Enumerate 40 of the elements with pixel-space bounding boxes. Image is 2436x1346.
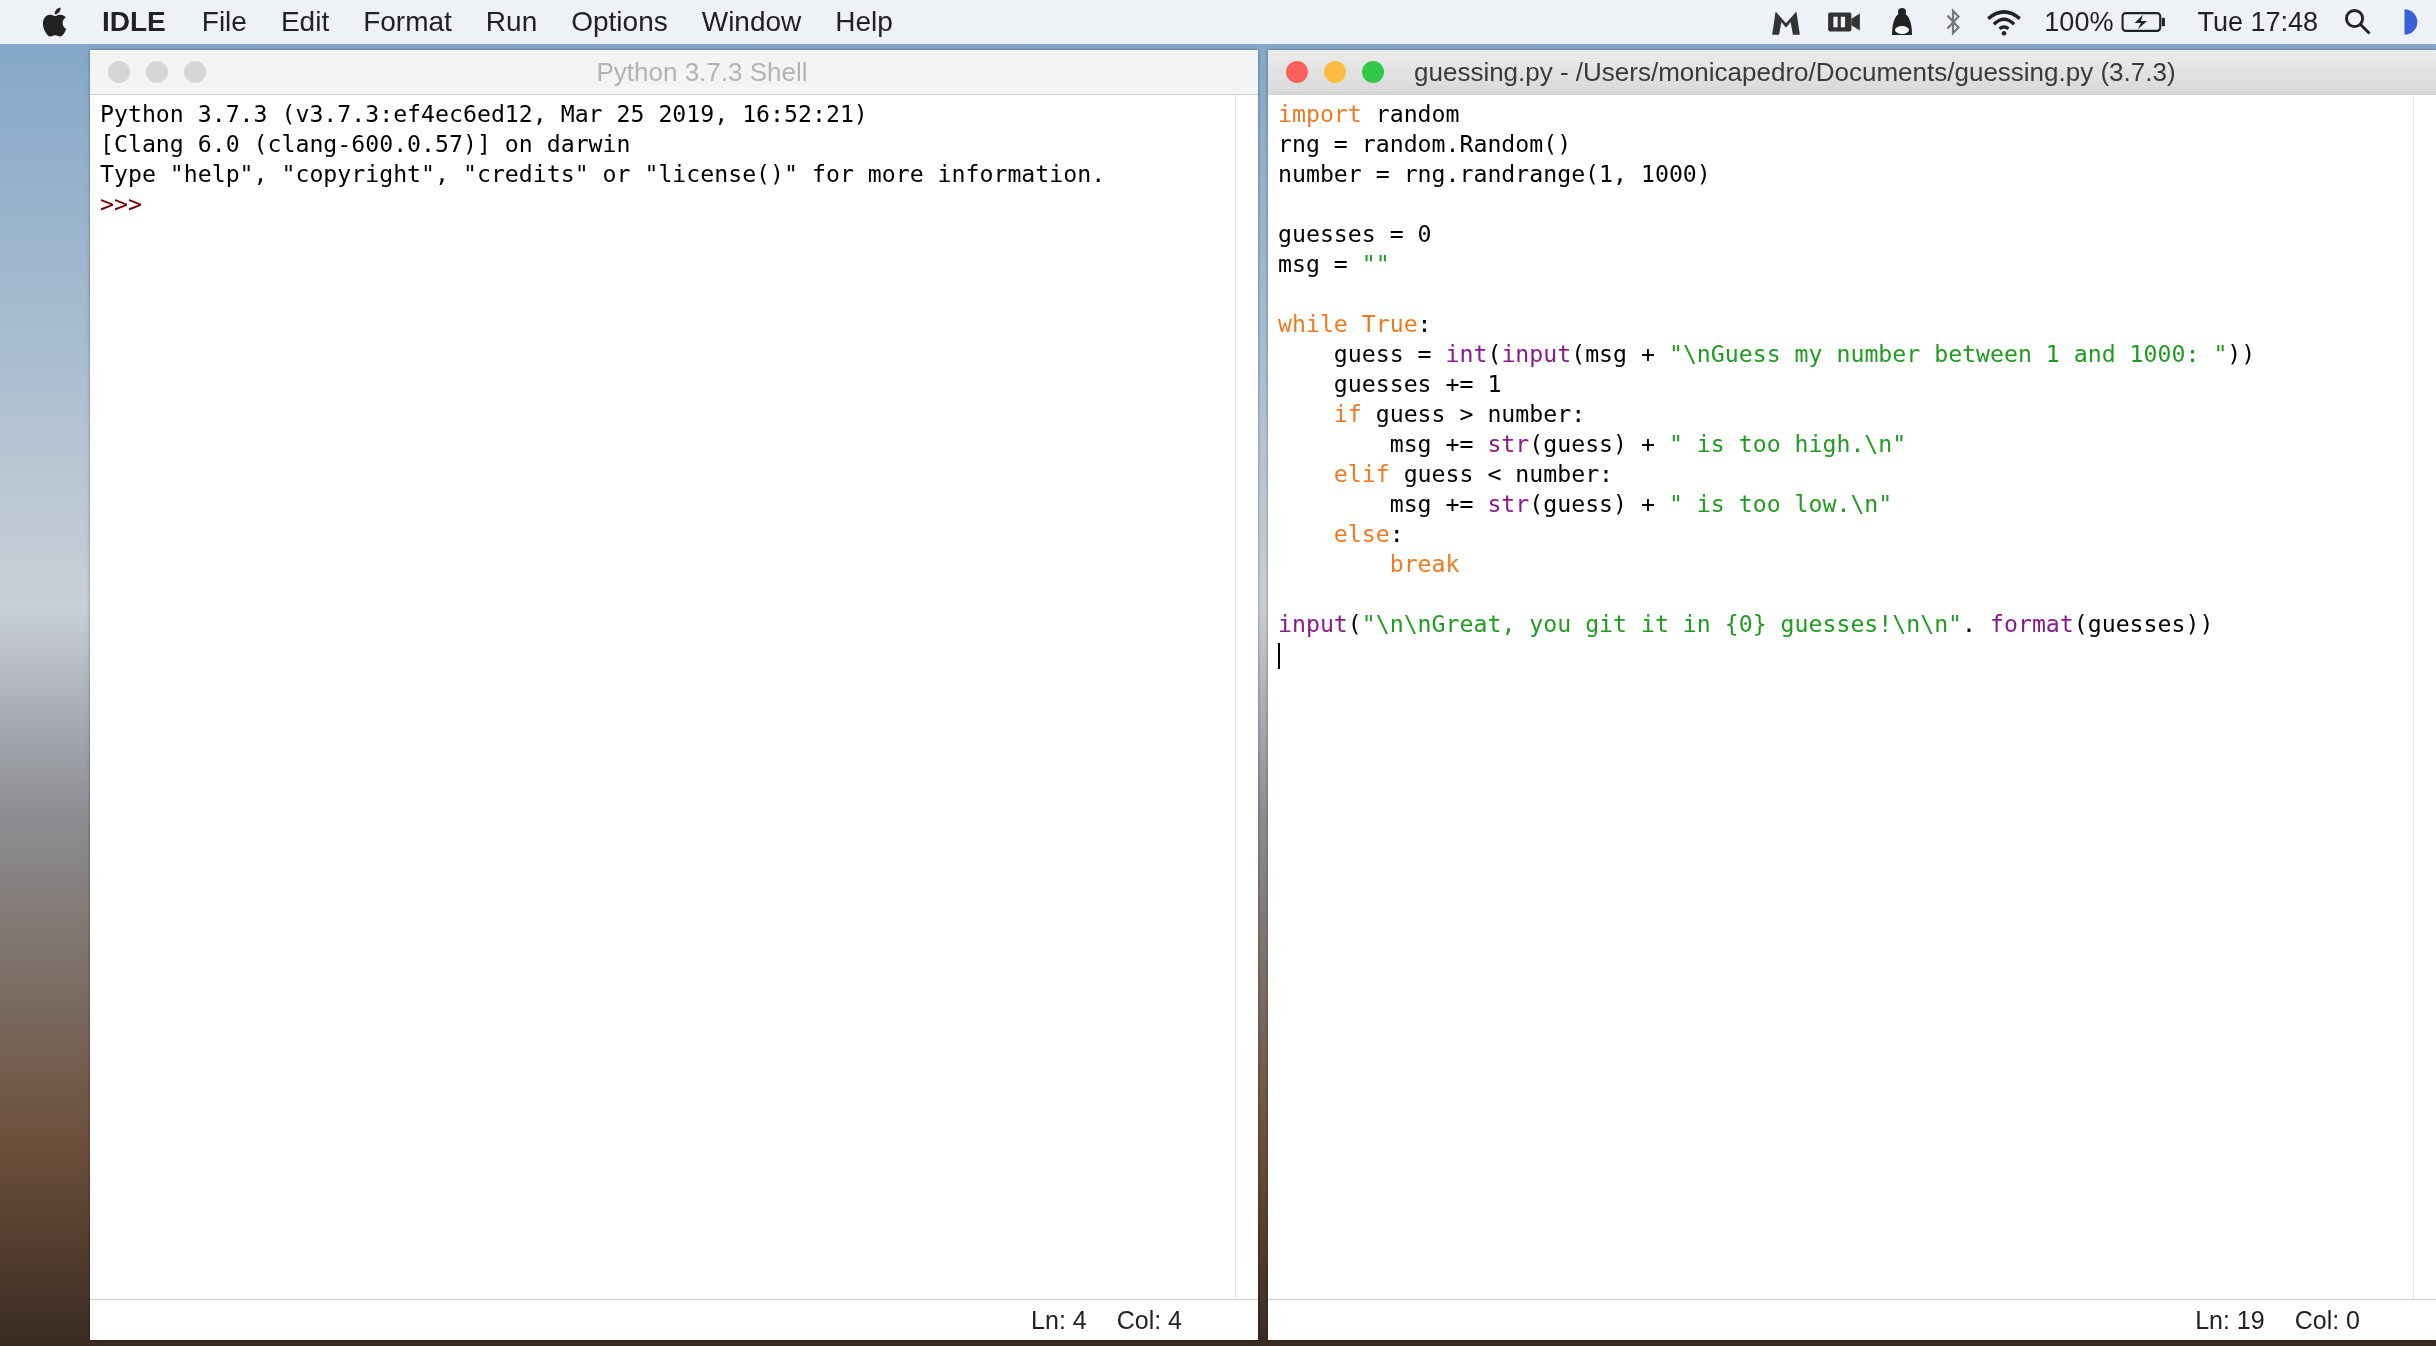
apple-logo-icon[interactable] xyxy=(40,6,68,38)
code-line: input("\n\nGreat, you git it in {0} guesses!\n\n". format(guesses)) xyxy=(1278,609,2215,639)
column-number-status: Col: 0 xyxy=(2294,1305,2360,1335)
column-number-status: Col: 4 xyxy=(1116,1305,1182,1335)
menu-item[interactable]: Run xyxy=(485,6,538,38)
line-number-status: Ln: 4 xyxy=(1031,1305,1087,1335)
code-line: if guess > number: xyxy=(1332,399,1587,429)
code-line: msg = "" xyxy=(1278,249,1391,279)
output-line: [Clang 6.0 (clang-600.0.57)] on darwin xyxy=(100,129,632,159)
code-line: elif guess < number: xyxy=(1332,459,1615,489)
code-line: guesses = 0 xyxy=(1278,219,1433,249)
code-line: msg += str(guess) + " is too high.\n" xyxy=(1388,429,1908,459)
code-line: guess = int(input(msg + "\nGuess my number between 1 and 1000: ")) xyxy=(1332,339,2257,369)
code-line: while True: xyxy=(1278,309,1433,339)
prompt: >>> xyxy=(100,189,143,219)
menu-item[interactable]: Window xyxy=(701,6,802,38)
text-area[interactable]: Python 3.7.3 (v3.7.3:ef4ec6ed12, Mar 25 2019, 16:52:21) [Clang 6.0 (clang-600.0.57)] on darwin Type "help", "copyright", "credits" or "license()" for more information. >>> xyxy=(90,95,1258,1299)
menu-item[interactable]: File xyxy=(201,6,247,38)
menu-item[interactable]: Options xyxy=(571,6,668,38)
code-line: break xyxy=(1388,549,1461,579)
output-line: Type "help", "copyright", "credits" or "license()" for more information. xyxy=(100,159,1107,189)
text-cursor xyxy=(1278,642,1280,669)
menu-item[interactable]: Help xyxy=(835,6,893,38)
wifi-icon[interactable] xyxy=(1986,7,2023,37)
output-line: Python 3.7.3 (v3.7.3:ef4ec6ed12, Mar 25 2019, 16:52:21) xyxy=(100,99,869,129)
code-line: rng = random.Random() xyxy=(1278,129,1573,159)
clock[interactable]: Tue 17:48 xyxy=(2197,6,2318,38)
code-line: else: xyxy=(1332,519,1405,549)
window-title: guessing.py - /Users/monicapedro/Documents/guessing.py (3.7.3) xyxy=(1413,56,2177,88)
code-line: import random xyxy=(1278,99,1461,129)
menu-item[interactable]: Edit xyxy=(280,6,330,38)
menu-item[interactable]: Format xyxy=(363,6,452,38)
code-line: msg += str(guess) + " is too low.\n" xyxy=(1388,489,1894,519)
window-title: Python 3.7.3 Shell xyxy=(595,56,809,88)
line-number-status: Ln: 19 xyxy=(2195,1305,2265,1335)
code-line: guesses += 1 xyxy=(1332,369,1503,399)
battery-percentage: 100% xyxy=(2044,6,2114,38)
close-button[interactable] xyxy=(1286,61,1308,83)
code-line: number = rng.randrange(1, 1000) xyxy=(1278,159,1712,189)
app-menu[interactable]: IDLE xyxy=(102,6,166,38)
